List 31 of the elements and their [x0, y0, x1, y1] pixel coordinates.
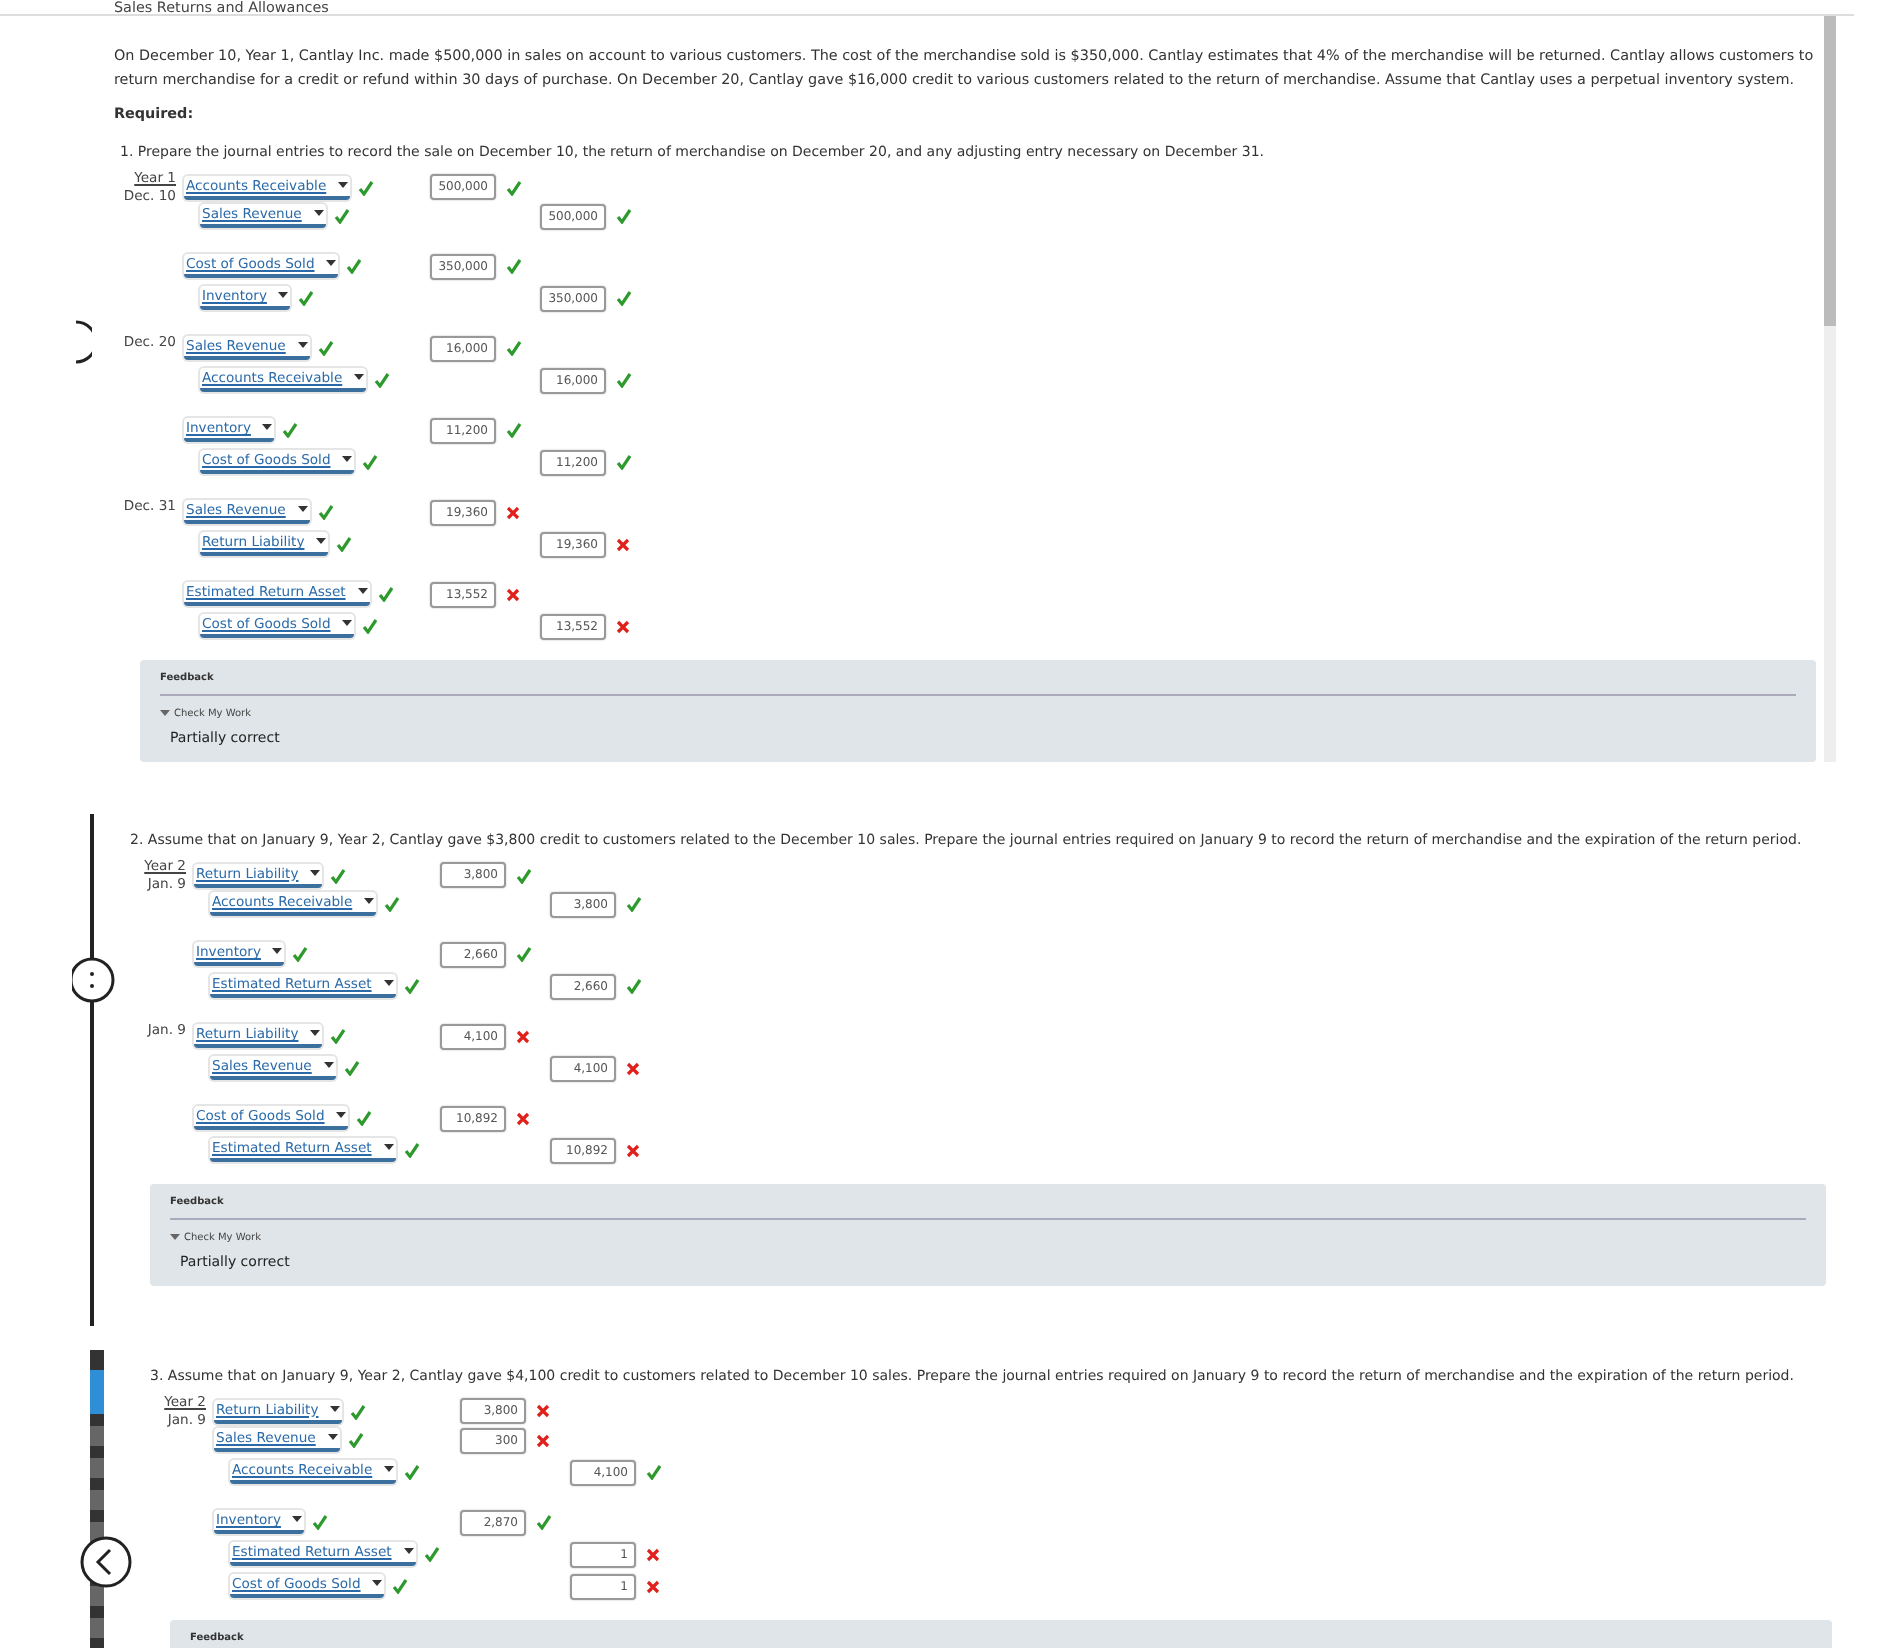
caret-icon [336, 1112, 347, 1120]
collapse-handle-icon[interactable] [72, 320, 92, 364]
caret-icon [357, 588, 368, 596]
caret-icon [316, 538, 327, 546]
caret-icon [403, 1548, 414, 1556]
caret-icon [323, 1062, 334, 1070]
caret-icon [364, 898, 375, 906]
caret-icon [278, 292, 289, 300]
back-button-icon[interactable] [80, 1536, 132, 1588]
caret-icon [262, 424, 273, 432]
caret-icon [372, 1580, 383, 1588]
caret-icon [297, 506, 308, 514]
caret-icon [330, 1405, 341, 1413]
caret-icon [326, 260, 337, 268]
caret-icon [338, 181, 349, 189]
caret-icon [292, 1516, 303, 1524]
caret-icon [342, 456, 353, 464]
caret-icon [272, 948, 283, 956]
caret-icon [383, 980, 394, 988]
caret-icon [310, 869, 321, 877]
caret-icon [160, 710, 170, 718]
drag-handle-icon[interactable] [72, 956, 116, 1004]
caret-icon [342, 620, 353, 628]
caret-icon [327, 1434, 338, 1442]
caret-icon [310, 1030, 321, 1038]
caret-icon [297, 342, 308, 350]
caret-icon [354, 374, 365, 382]
caret-icon [384, 1466, 395, 1474]
caret-icon [170, 1234, 180, 1242]
caret-icon [313, 210, 324, 218]
caret-icon [383, 1144, 394, 1152]
